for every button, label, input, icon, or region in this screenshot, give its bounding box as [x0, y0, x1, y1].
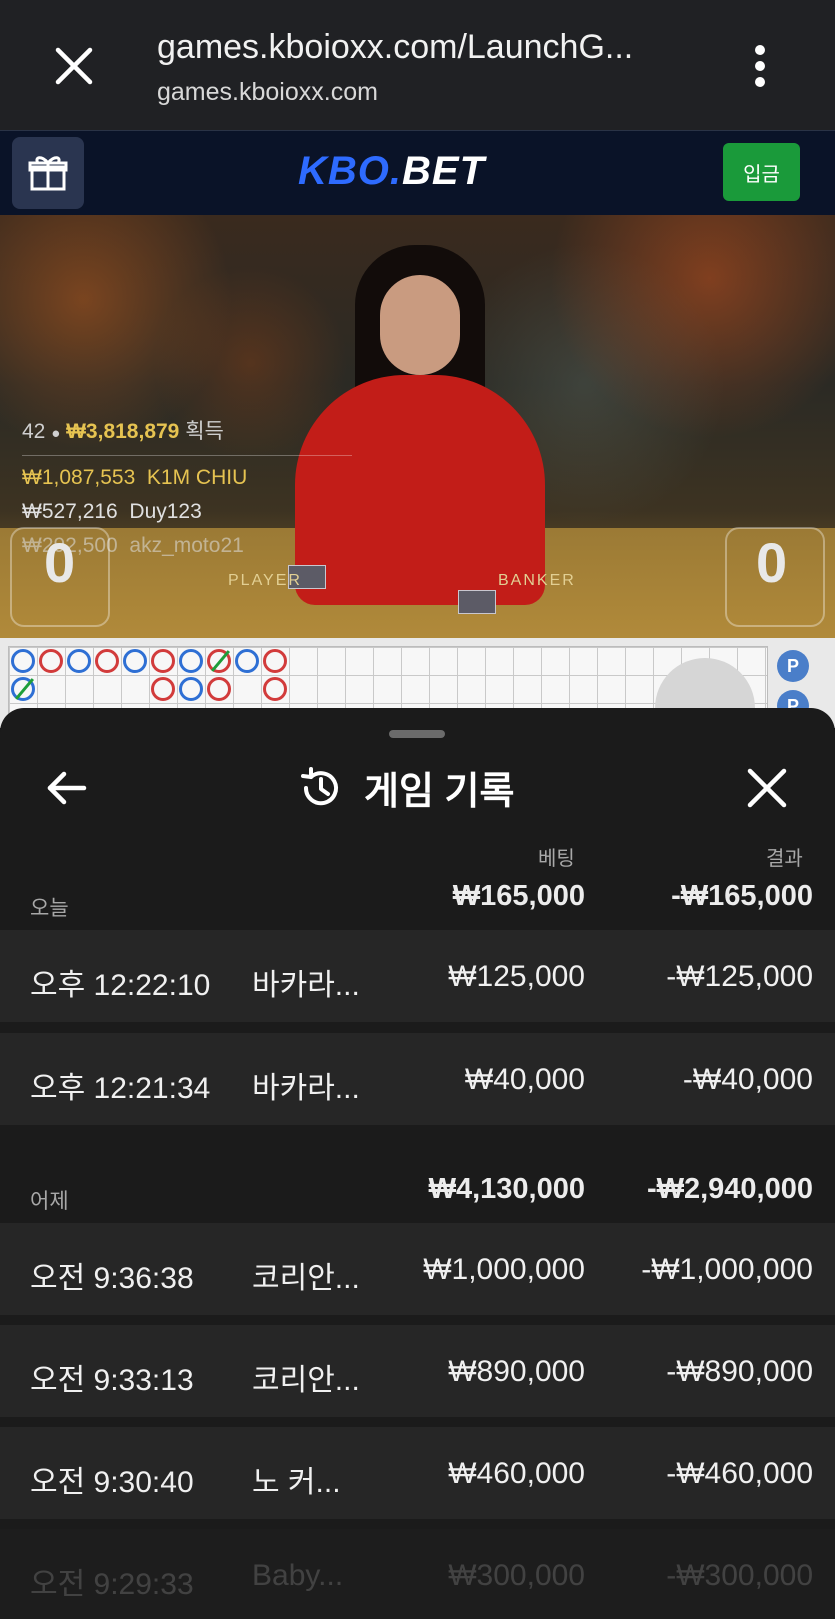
bead-banker [263, 677, 287, 701]
group-bet-total: ₩165,000 [452, 880, 585, 912]
row-result: -₩300,000 [666, 1559, 813, 1592]
road-grid [8, 646, 768, 716]
winner-row: ₩1,087,553 K1M CHIU [22, 466, 352, 490]
group-result-total: -₩2,940,000 [646, 1173, 813, 1205]
url-title[interactable]: games.kboioxx.com/LaunchG... [157, 28, 633, 67]
site-logo[interactable]: KBO.BET [298, 149, 485, 194]
row-game: 바카라... [252, 969, 360, 1002]
history-row[interactable]: 오전 9:36:38 코리안... ₩1,000,000 -₩1,000,000 [0, 1223, 835, 1315]
logo-part2: BET [402, 149, 485, 193]
deposit-button[interactable]: 입금 [723, 143, 800, 201]
bead-player [11, 649, 35, 673]
winners-suffix: 획득 [185, 420, 224, 443]
url-domain: games.kboioxx.com [157, 78, 378, 106]
winners-total: ₩3,818,879 [66, 420, 180, 443]
bead-player [123, 649, 147, 673]
bead-banker [39, 649, 63, 673]
close-icon[interactable] [745, 766, 789, 810]
live-video[interactable]: PLAYER BANKER 42 ● ₩3,818,879 획득 ₩1,087,… [0, 215, 835, 638]
group-header-today: 오늘 ₩165,000 -₩165,000 [0, 870, 835, 930]
group-label: 오늘 [30, 897, 69, 920]
arrow-left-icon[interactable] [44, 766, 88, 810]
game-history-sheet: 게임 기록 베팅 결과 오늘 ₩165,000 -₩165,000 오후 12:… [0, 708, 835, 1619]
row-time: 오후 12:21:34 [30, 1072, 211, 1105]
gift-button[interactable] [12, 137, 84, 209]
bead-player [235, 649, 259, 673]
more-vert-icon[interactable] [752, 44, 768, 88]
bead-banker [95, 649, 119, 673]
row-time: 오전 9:33:13 [30, 1364, 194, 1397]
row-game: 바카라... [252, 1072, 360, 1105]
site-header: KBO.BET 입금 [0, 130, 835, 215]
winner-row: ₩527,216 Duy123 [22, 500, 352, 524]
bead-banker-tie [207, 649, 231, 673]
winner-name: akz_moto21 [129, 534, 244, 557]
row-bet: ₩890,000 [448, 1355, 585, 1388]
logo-part1: KBO. [298, 149, 402, 193]
winners-summary: 42 ● ₩3,818,879 획득 [22, 415, 352, 456]
history-icon [301, 766, 338, 805]
group-header-yesterday: 어제 ₩4,130,000 -₩2,940,000 [0, 1163, 835, 1223]
history-row[interactable]: 오전 9:30:40 노 커... ₩460,000 -₩460,000 [0, 1427, 835, 1519]
group-bet-total: ₩4,130,000 [428, 1173, 585, 1205]
row-time: 오후 12:22:10 [30, 969, 211, 1002]
history-row[interactable]: 오후 12:22:10 바카라... ₩125,000 -₩125,000 [0, 930, 835, 1022]
row-bet: ₩40,000 [464, 1063, 585, 1096]
history-row[interactable]: 오후 12:21:34 바카라... ₩40,000 -₩40,000 [0, 1033, 835, 1125]
row-result: -₩1,000,000 [641, 1253, 813, 1286]
row-bet: ₩300,000 [448, 1559, 585, 1592]
bead-banker [151, 649, 175, 673]
row-bet: ₩460,000 [448, 1457, 585, 1490]
group-result-total: -₩165,000 [671, 880, 813, 912]
dealer-face [380, 275, 460, 375]
sheet-title: 게임 기록 [364, 771, 515, 813]
winner-name: Duy123 [129, 500, 202, 523]
bead-banker [263, 649, 287, 673]
row-game: Baby... [252, 1559, 344, 1592]
bead-player [179, 649, 203, 673]
user-icon: ● [51, 425, 61, 442]
banker-card [458, 590, 496, 614]
row-game: 코리안... [252, 1364, 360, 1397]
row-time: 오전 9:36:38 [30, 1262, 194, 1295]
banker-score: 0 [756, 531, 788, 594]
gift-icon [28, 156, 68, 191]
row-game: 노 커... [252, 1466, 341, 1499]
row-game: 코리안... [252, 1262, 360, 1295]
row-result: -₩40,000 [682, 1063, 813, 1096]
bead-player [67, 649, 91, 673]
bead-banker [151, 677, 175, 701]
row-bet: ₩1,000,000 [423, 1253, 585, 1286]
row-time: 오전 9:30:40 [30, 1466, 194, 1499]
p-bubble: P [777, 650, 809, 682]
player-score: 0 [44, 531, 76, 594]
close-icon[interactable] [52, 44, 96, 88]
column-header-result: 결과 [766, 848, 803, 870]
drag-handle[interactable] [389, 730, 445, 738]
row-result: -₩125,000 [666, 960, 813, 993]
row-result: -₩460,000 [666, 1457, 813, 1490]
bead-player-tie [11, 677, 35, 701]
history-row[interactable]: 오전 9:29:33 Baby... ₩300,000 -₩300,000 [0, 1529, 835, 1619]
winner-amount: ₩1,087,553 [22, 466, 136, 489]
row-bet: ₩125,000 [448, 960, 585, 993]
winners-count: 42 [22, 420, 46, 443]
row-result: -₩890,000 [666, 1355, 813, 1388]
history-row[interactable]: 오전 9:33:13 코리안... ₩890,000 -₩890,000 [0, 1325, 835, 1417]
table-banker-label: BANKER [498, 572, 576, 589]
bead-player [179, 677, 203, 701]
bead-banker [207, 677, 231, 701]
table-player-label: PLAYER [228, 572, 302, 589]
group-label: 어제 [30, 1190, 69, 1213]
row-time: 오전 9:29:33 [30, 1568, 194, 1601]
column-header-bet: 베팅 [538, 848, 575, 870]
winner-amount: ₩527,216 [22, 500, 118, 523]
browser-toolbar: games.kboioxx.com/LaunchG... games.kboio… [0, 0, 835, 130]
winner-name: K1M CHIU [146, 466, 248, 489]
sheet-title-group: 게임 기록 [298, 760, 514, 815]
